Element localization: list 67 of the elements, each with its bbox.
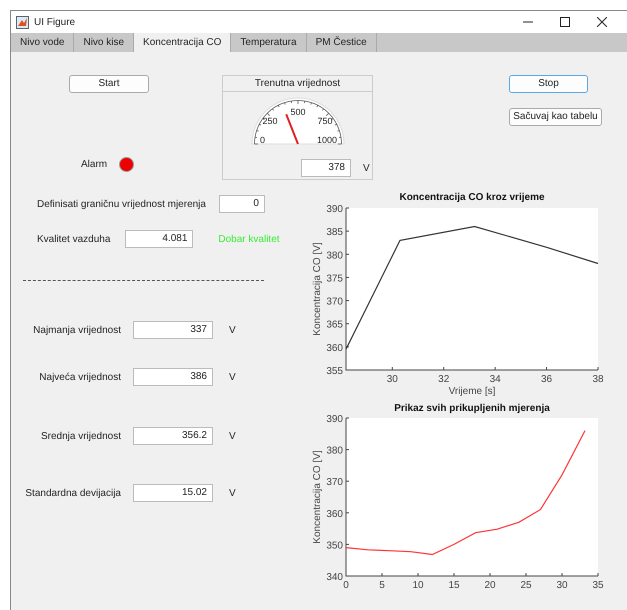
tick-label: 30 xyxy=(386,374,398,385)
gauge-scale-label: 250 xyxy=(262,116,278,126)
threshold-field[interactable]: 0 xyxy=(218,195,265,213)
unit-label: V xyxy=(229,324,236,338)
axis-label: Vrijeme [s] xyxy=(448,386,496,396)
value-field[interactable]: 337 xyxy=(133,321,213,339)
axis-label: Koncentracija CO [V] xyxy=(312,242,323,336)
unit-label: V xyxy=(363,162,370,176)
axis-label: Koncentracija CO [V] xyxy=(312,450,323,544)
value-field[interactable]: 378 xyxy=(301,159,351,177)
chart-title: Koncentracija CO kroz vrijeme xyxy=(399,192,545,203)
field-label: Srednja vrijednost xyxy=(40,430,121,444)
tick-label: 380 xyxy=(326,446,343,457)
stop-button[interactable]: Stop xyxy=(509,75,588,93)
alarm-label: Alarm xyxy=(81,158,108,172)
quality-status: Dobar kvalitet xyxy=(218,232,280,246)
tick-label: 10 xyxy=(412,580,424,591)
gauge-scale-label: 500 xyxy=(290,107,306,117)
tick-label: 34 xyxy=(490,374,501,385)
panel-title: Trenutna vrijednost xyxy=(223,76,372,92)
tick-label: 365 xyxy=(326,320,343,331)
tick-label: 32 xyxy=(438,374,450,385)
tick-label: 380 xyxy=(326,250,343,262)
field-label: Standardna devijacija xyxy=(24,486,121,500)
app-icon xyxy=(16,16,29,28)
tick-label: 355 xyxy=(326,366,343,377)
tick-label: 30 xyxy=(556,580,568,591)
maximize-icon[interactable] xyxy=(560,17,570,27)
tick-label: 370 xyxy=(326,477,343,488)
tick-label: 25 xyxy=(520,580,532,591)
unit-label: V xyxy=(229,430,236,444)
tick-label: 375 xyxy=(326,273,343,284)
unit-label: V xyxy=(229,486,236,500)
tick-label: 15 xyxy=(448,580,460,591)
tick-label: 350 xyxy=(326,540,343,552)
gauge-needle xyxy=(284,114,298,144)
tick-label: 38 xyxy=(592,374,604,385)
unit-label: V xyxy=(229,370,236,384)
field-label: Najveća vrijednost xyxy=(38,370,121,384)
value-field[interactable]: 356.2 xyxy=(133,427,213,445)
field-label: Kvalitet vazduha xyxy=(37,232,110,246)
tick-label: 390 xyxy=(326,414,343,425)
tick-label: 370 xyxy=(326,296,343,308)
value-field[interactable]: 15.02 xyxy=(133,484,213,502)
tick-label: 36 xyxy=(541,374,552,385)
tick-label: 5 xyxy=(379,580,385,591)
save-table-button[interactable]: Sačuvaj kao tabelu xyxy=(509,108,602,126)
tick-label: 360 xyxy=(326,508,343,520)
tick-label: 360 xyxy=(326,342,343,354)
tick-label: 385 xyxy=(326,227,343,238)
close-icon[interactable] xyxy=(597,17,607,27)
tab[interactable]: Koncentracija CO xyxy=(134,33,232,52)
gauge-scale-label: 1000 xyxy=(316,135,336,145)
air-quality-field[interactable]: 4.081 xyxy=(125,230,194,248)
field-label: Najmanja vrijednost xyxy=(32,324,121,338)
tick-label: 340 xyxy=(326,572,343,583)
tick-label: 390 xyxy=(326,204,343,215)
tick-label: 35 xyxy=(592,580,604,591)
tick-label: 0 xyxy=(343,580,349,591)
tick-label: 20 xyxy=(484,580,496,591)
gauge-scale-label: 0 xyxy=(260,135,265,145)
window-title: UI Figure xyxy=(34,16,76,30)
field-label: Definisati graničnu vrijednost mjerenja xyxy=(37,198,206,212)
chart-title: Prikaz svih prikupljenih mjerenja xyxy=(394,403,550,414)
value-field[interactable]: 386 xyxy=(133,368,213,386)
start-button[interactable]: Start xyxy=(69,75,149,93)
gauge-scale-label: 750 xyxy=(316,116,332,126)
